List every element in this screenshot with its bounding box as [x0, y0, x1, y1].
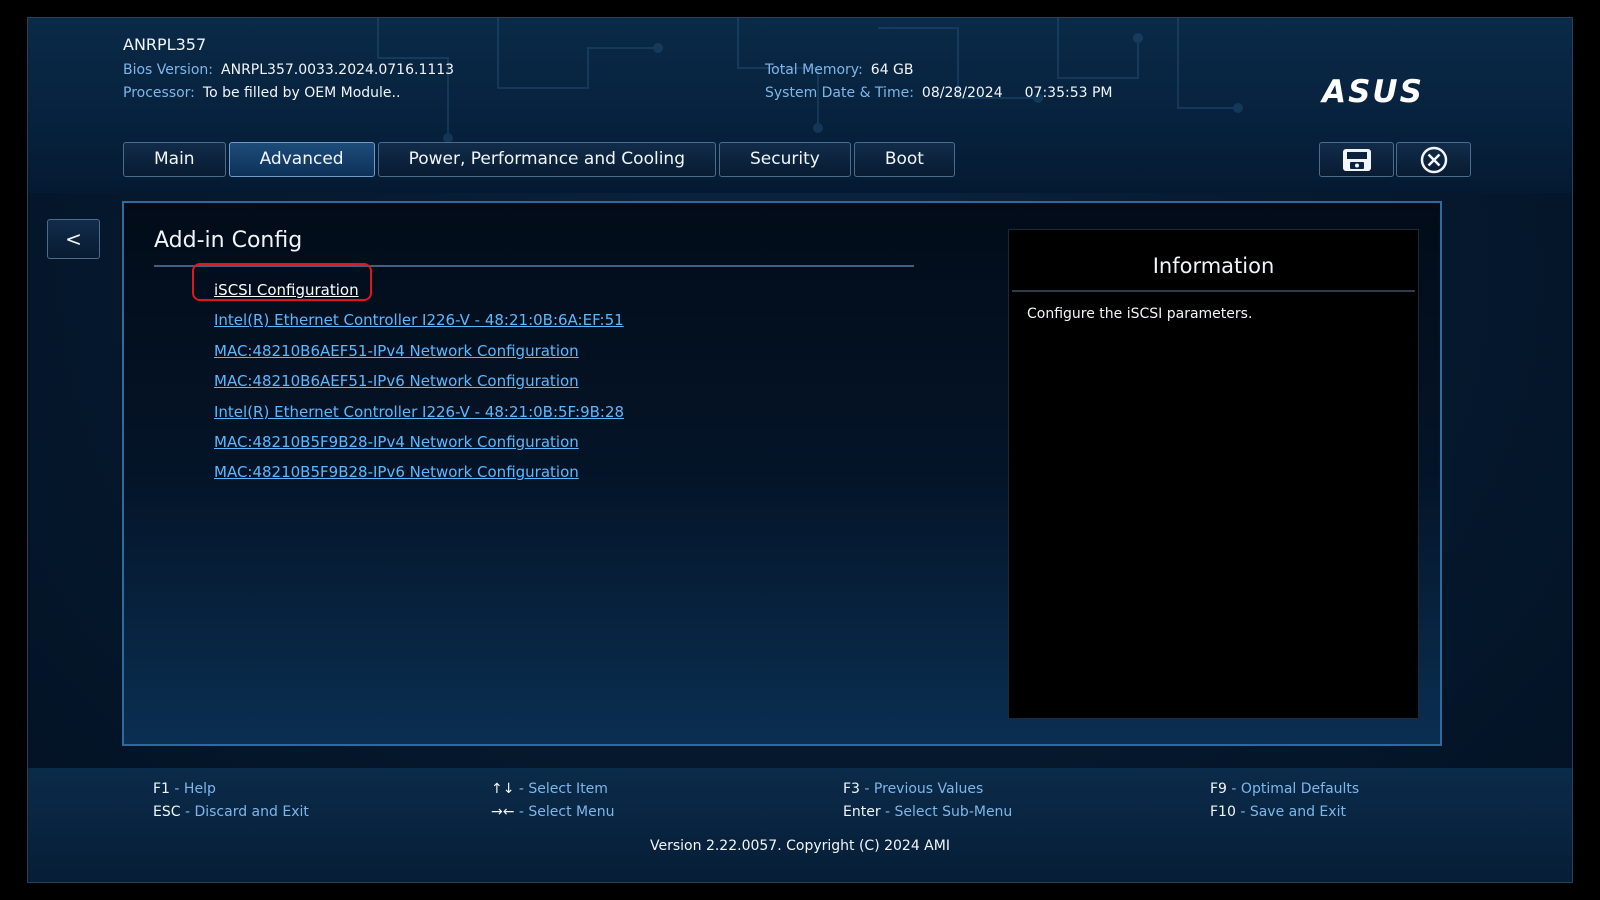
- close-circle-icon: [1420, 146, 1447, 173]
- menu-item-mac2-ipv6[interactable]: MAC:48210B5F9B28-IPv6 Network Configurat…: [214, 457, 624, 487]
- system-time-value: 07:35:53 PM: [1024, 85, 1113, 101]
- key-f10-desc: Save and Exit: [1249, 804, 1346, 820]
- toolbar: [1319, 142, 1473, 177]
- system-info-right: Total Memory: 64 GB System Date & Time: 08…: [765, 59, 1112, 105]
- key-esc-desc: Discard and Exit: [194, 804, 309, 820]
- menu-item-iscsi-configuration[interactable]: iSCSI Configuration: [214, 275, 624, 305]
- model-name: ANRPL357: [123, 35, 207, 54]
- tab-security[interactable]: Security: [719, 142, 851, 177]
- processor-value: To be filled by OEM Module..: [202, 85, 401, 101]
- key-hint-f10: F10 - Save and Exit: [1210, 804, 1346, 820]
- key-enter: Enter: [843, 804, 881, 820]
- key-help-col-2: ↑↓ - Select Item →← - Select Menu: [491, 778, 615, 824]
- key-f3-desc: Previous Values: [873, 781, 984, 797]
- back-button[interactable]: <: [47, 219, 100, 259]
- key-f10: F10: [1210, 804, 1236, 820]
- processor-label: Processor:: [123, 85, 195, 101]
- header: ANRPL357 Bios Version: ANRPL357.0033.2024…: [28, 18, 1572, 193]
- key-help-col-1: F1 - Help ESC - Discard and Exit: [153, 778, 309, 824]
- page-title: Add-in Config: [154, 228, 303, 253]
- key-hint-f3: F3 - Previous Values: [843, 781, 984, 797]
- tab-power-performance-cooling[interactable]: Power, Performance and Cooling: [377, 142, 716, 177]
- tab-main[interactable]: Main: [123, 142, 226, 177]
- key-leftright-desc: Select Menu: [528, 804, 615, 820]
- exit-button[interactable]: [1396, 142, 1471, 177]
- system-datetime-label: System Date & Time:: [765, 85, 914, 101]
- key-esc: ESC: [153, 804, 181, 820]
- key-f1: F1: [153, 781, 170, 797]
- menu-item-ethernet-controller-2[interactable]: Intel(R) Ethernet Controller I226-V - 48…: [214, 397, 624, 427]
- total-memory-value: 64 GB: [870, 62, 914, 78]
- key-hint-leftright: →← - Select Menu: [491, 804, 615, 820]
- menu-item-ethernet-controller-1[interactable]: Intel(R) Ethernet Controller I226-V - 48…: [214, 305, 624, 335]
- key-leftright: →←: [491, 804, 515, 820]
- main-tabs: Main Advanced Power, Performance and Coo…: [123, 142, 958, 177]
- datetime-row: System Date & Time: 08/28/2024 07:35:53 PM: [765, 82, 1112, 105]
- processor-row: Processor: To be filled by OEM Module..: [123, 82, 454, 105]
- footer: F1 - Help ESC - Discard and Exit ↑↓ - Se…: [28, 768, 1572, 882]
- key-help-col-3: F3 - Previous Values Enter - Select Sub-…: [843, 778, 1012, 824]
- asus-logo: ASUS: [1319, 76, 1424, 106]
- key-f9-desc: Optimal Defaults: [1240, 781, 1360, 797]
- information-panel: Information Configure the iSCSI paramete…: [1008, 229, 1419, 719]
- key-help-col-4: F9 - Optimal Defaults F10 - Save and Exi…: [1210, 778, 1359, 824]
- bios-version-value: ANRPL357.0033.2024.0716.1113: [221, 62, 455, 78]
- key-f1-desc: Help: [183, 781, 216, 797]
- key-hint-enter: Enter - Select Sub-Menu: [843, 804, 1013, 820]
- menu-item-mac1-ipv6[interactable]: MAC:48210B6AEF51-IPv6 Network Configurat…: [214, 366, 624, 396]
- menu-item-mac2-ipv4[interactable]: MAC:48210B5F9B28-IPv4 Network Configurat…: [214, 427, 624, 457]
- key-updown: ↑↓: [491, 781, 515, 797]
- information-text: Configure the iSCSI parameters.: [1027, 306, 1253, 322]
- asus-logo-text: ASUS: [1319, 76, 1424, 106]
- menu-list: iSCSI Configuration Intel(R) Ethernet Co…: [214, 275, 624, 488]
- information-title: Information: [1152, 254, 1275, 278]
- key-hint-updown: ↑↓ - Select Item: [491, 781, 608, 797]
- information-divider: [1012, 290, 1415, 292]
- key-hint-esc: ESC - Discard and Exit: [153, 804, 309, 820]
- menu-item-mac1-ipv4[interactable]: MAC:48210B6AEF51-IPv4 Network Configurat…: [214, 336, 624, 366]
- key-f9: F9: [1210, 781, 1227, 797]
- content-panel: Add-in Config iSCSI Configuration Intel(…: [122, 201, 1442, 746]
- memory-row: Total Memory: 64 GB: [765, 59, 1112, 82]
- floppy-disk-icon: [1342, 148, 1371, 171]
- save-button[interactable]: [1319, 142, 1394, 177]
- key-updown-desc: Select Item: [528, 781, 608, 797]
- total-memory-label: Total Memory:: [765, 62, 863, 78]
- key-enter-desc: Select Sub-Menu: [894, 804, 1013, 820]
- key-hint-f1: F1 - Help: [153, 781, 216, 797]
- copyright-text: Version 2.22.0057. Copyright (C) 2024 AM…: [650, 838, 950, 854]
- system-info-left: Bios Version: ANRPL357.0033.2024.0716.111…: [123, 59, 454, 105]
- system-date-value: 08/28/2024: [921, 85, 1003, 101]
- key-hint-f9: F9 - Optimal Defaults: [1210, 781, 1360, 797]
- bios-window: ANRPL357 Bios Version: ANRPL357.0033.2024…: [27, 17, 1573, 883]
- key-f3: F3: [843, 781, 860, 797]
- bios-version-row: Bios Version: ANRPL357.0033.2024.0716.111…: [123, 59, 454, 82]
- bios-version-label: Bios Version:: [123, 62, 214, 78]
- tab-advanced[interactable]: Advanced: [228, 142, 375, 177]
- tab-boot[interactable]: Boot: [853, 142, 955, 177]
